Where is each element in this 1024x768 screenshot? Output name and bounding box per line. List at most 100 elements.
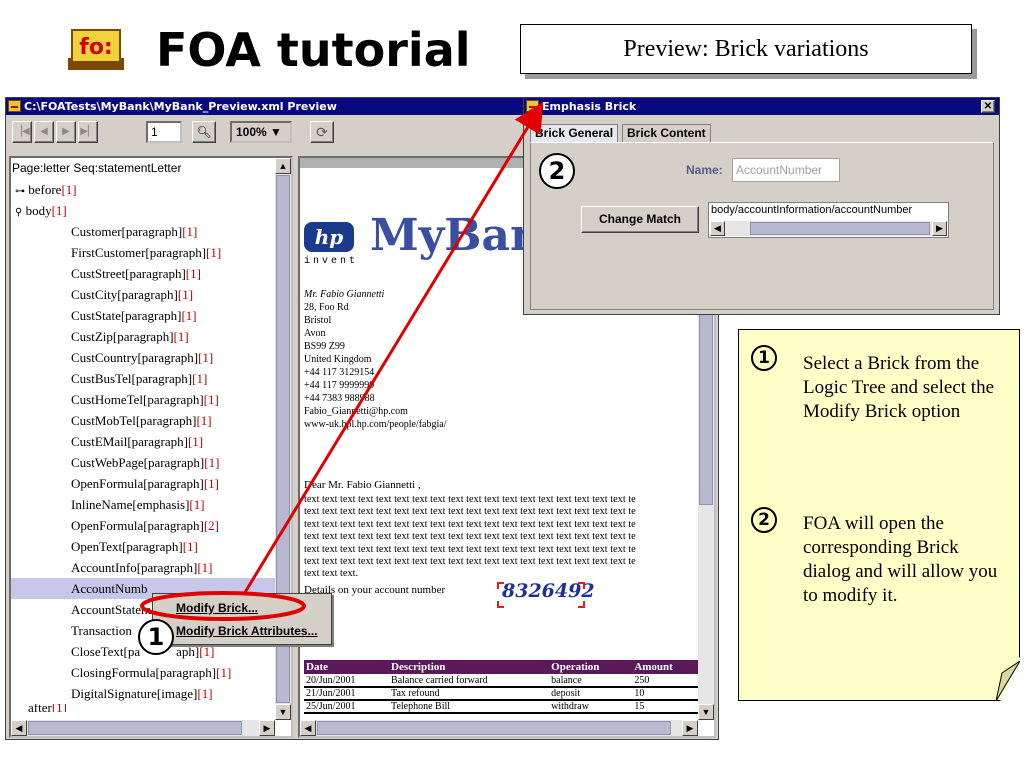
tree-label: OpenFormula[paragraph]: [71, 518, 204, 533]
zoom-select[interactable]: 100% ▼: [230, 121, 292, 143]
tree-item[interactable]: CustEMail[paragraph][1]: [11, 431, 275, 452]
step-1-badge: 1: [138, 619, 174, 655]
tree-item[interactable]: CustMobTel[paragraph][1]: [11, 410, 275, 431]
menu-item-label: Modify Brick Attributes...: [176, 624, 318, 638]
tree-item[interactable]: InlineName[emphasis][1]: [11, 494, 275, 515]
tree-root-page[interactable]: Page:letter Seq:statementLetter: [11, 158, 275, 179]
table-cell: Balance carried forward: [389, 674, 550, 688]
scroll-up-icon[interactable]: ▲: [275, 158, 291, 174]
tree-label: FirstCustomer[paragraph]: [71, 245, 207, 260]
tree-label: AccountNumb: [71, 581, 148, 596]
tree-item[interactable]: OpenFormula[paragraph][1]: [11, 473, 275, 494]
tree-hscroll-thumb[interactable]: [28, 721, 242, 735]
tree-item[interactable]: OpenText[paragraph][1]: [11, 536, 275, 557]
tree-item[interactable]: CustZip[paragraph][1]: [11, 326, 275, 347]
tree-index: [1]: [216, 665, 232, 680]
tree-item[interactable]: Customer[paragraph][1]: [11, 221, 275, 242]
tree-item[interactable]: FirstCustomer[paragraph][1]: [11, 242, 275, 263]
scroll-right-icon[interactable]: ▶: [932, 221, 947, 236]
tree-index: [1]: [187, 434, 204, 449]
tree-item[interactable]: CustCity[paragraph][1]: [11, 284, 275, 305]
tree-index: [1]: [206, 245, 222, 260]
tree-label: after: [28, 704, 52, 712]
scroll-right-icon[interactable]: ▶: [259, 720, 275, 736]
last-page-icon: ▶▏: [80, 126, 96, 137]
menu-item-modify-brick[interactable]: Modify Brick...: [153, 597, 331, 619]
address-line: Fabio_Giannetti@hp.com: [304, 406, 408, 417]
body-line: text text text text text text text text …: [304, 531, 636, 543]
zoom-button[interactable]: 🔍︎: [192, 121, 216, 143]
tree-label: Customer[paragraph]: [71, 224, 183, 239]
doc-horizontal-scrollbar[interactable]: ◀ ▶: [300, 720, 698, 736]
match-field-scrollbar[interactable]: ◀ ▶: [710, 221, 947, 236]
emphasis-brick-dialog: Emphasis Brick ✕ Brick General Brick Con…: [523, 97, 1000, 315]
tree-label: CustBusTel[paragraph]: [71, 371, 193, 386]
table-row: 21/Jun/2001 Tax refound deposit 10: [304, 687, 700, 701]
close-icon: ✕: [983, 101, 993, 112]
scroll-down-icon[interactable]: ▼: [698, 704, 714, 720]
prev-page-button[interactable]: ◀: [34, 121, 54, 143]
column-header: Amount: [632, 660, 700, 674]
salutation: Dear Mr. Fabio Giannetti ,: [304, 479, 421, 491]
zoom-value: 100%: [236, 125, 267, 139]
tree-item[interactable]: OpenFormula[paragraph][2]: [11, 515, 275, 536]
address-line: +44 117 9999999: [304, 380, 375, 391]
match-path-field[interactable]: body/accountInformation/accountNumber ◀ …: [708, 202, 949, 238]
tree-node-before[interactable]: ⊶ before[1]: [11, 179, 275, 200]
first-page-button[interactable]: ▕◀: [12, 121, 32, 143]
tree-label: ClosingFormula[paragraph]: [71, 665, 217, 680]
address-line: +44 7383 988988: [304, 393, 375, 404]
table-cell: 20/Jun/2001: [304, 674, 390, 688]
scroll-right-icon[interactable]: ▶: [682, 720, 698, 736]
scroll-down-icon[interactable]: ▼: [275, 704, 291, 720]
body-line: text text text text text text text text …: [304, 506, 636, 518]
tree-index: [1]: [182, 224, 198, 239]
tree-index: [1]: [181, 308, 197, 323]
tree-label: CustStreet[paragraph]: [71, 266, 186, 281]
close-button[interactable]: ✕: [981, 100, 995, 113]
tree-item[interactable]: CustCountry[paragraph][1]: [11, 347, 275, 368]
selection-corner: [578, 601, 585, 608]
note-step-1: Select a Brick from the Logic Tree and s…: [803, 353, 995, 422]
tree-item[interactable]: CustState[paragraph][1]: [11, 305, 275, 326]
tree-index: [1]: [173, 329, 189, 344]
tree-horizontal-scrollbar[interactable]: ◀ ▶: [11, 720, 275, 736]
preview-window-title: C:\FOATests\MyBank\MyBank_Preview.xml Pr…: [24, 100, 337, 113]
tab-brick-general[interactable]: Brick General: [530, 124, 619, 142]
tree-item[interactable]: DigitalSignature[image][1]: [11, 683, 275, 704]
page-number-input[interactable]: 1: [146, 121, 182, 143]
body-line: text text text.: [304, 568, 359, 580]
tree-label: CustWebPage[paragraph]: [71, 455, 205, 470]
tree-node-after[interactable]: after[1]: [11, 704, 275, 712]
table-header-row: Date Description Operation Amount: [304, 660, 700, 674]
last-page-button[interactable]: ▶▏: [78, 121, 98, 143]
change-match-button[interactable]: Change Match: [581, 206, 699, 233]
next-page-button[interactable]: ▶: [56, 121, 76, 143]
menu-item-modify-brick-attributes[interactable]: Modify Brick Attributes...: [153, 620, 331, 642]
refresh-button[interactable]: ⟳: [310, 121, 334, 143]
tree-label: body: [25, 203, 52, 218]
selection-corner: [497, 582, 504, 589]
tree-item[interactable]: AccountInfo[paragraph][1]: [11, 557, 275, 578]
tree-label-tail: aph]: [176, 644, 200, 659]
match-scroll-thumb[interactable]: [750, 222, 930, 235]
tree-item[interactable]: CustBusTel[paragraph][1]: [11, 368, 275, 389]
tree-item[interactable]: ClosingFormula[paragraph][1]: [11, 662, 275, 683]
dialog-title-bar[interactable]: Emphasis Brick: [524, 98, 999, 115]
table-row: 20/Jun/2001 Balance carried forward bala…: [304, 674, 700, 688]
tab-brick-content[interactable]: Brick Content: [622, 124, 711, 142]
name-field[interactable]: AccountNumber: [732, 158, 840, 182]
tree-label: before: [28, 182, 62, 197]
tree-item[interactable]: CustWebPage[paragraph][1]: [11, 452, 275, 473]
doc-hscroll-thumb[interactable]: [317, 721, 671, 735]
tree-item[interactable]: CustStreet[paragraph][1]: [11, 263, 275, 284]
column-header: Description: [389, 660, 550, 674]
tree-label: CustCity[paragraph]: [71, 287, 178, 302]
scroll-left-icon[interactable]: ◀: [710, 221, 725, 236]
scroll-left-icon[interactable]: ◀: [11, 720, 27, 736]
tree-item[interactable]: CustHomeTel[paragraph][1]: [11, 389, 275, 410]
table-cell: Telephone Bill: [389, 700, 550, 714]
step-2-badge-note: 2: [751, 507, 777, 533]
tree-node-body[interactable]: ⚲ body[1]: [11, 200, 275, 221]
scroll-left-icon[interactable]: ◀: [300, 720, 316, 736]
